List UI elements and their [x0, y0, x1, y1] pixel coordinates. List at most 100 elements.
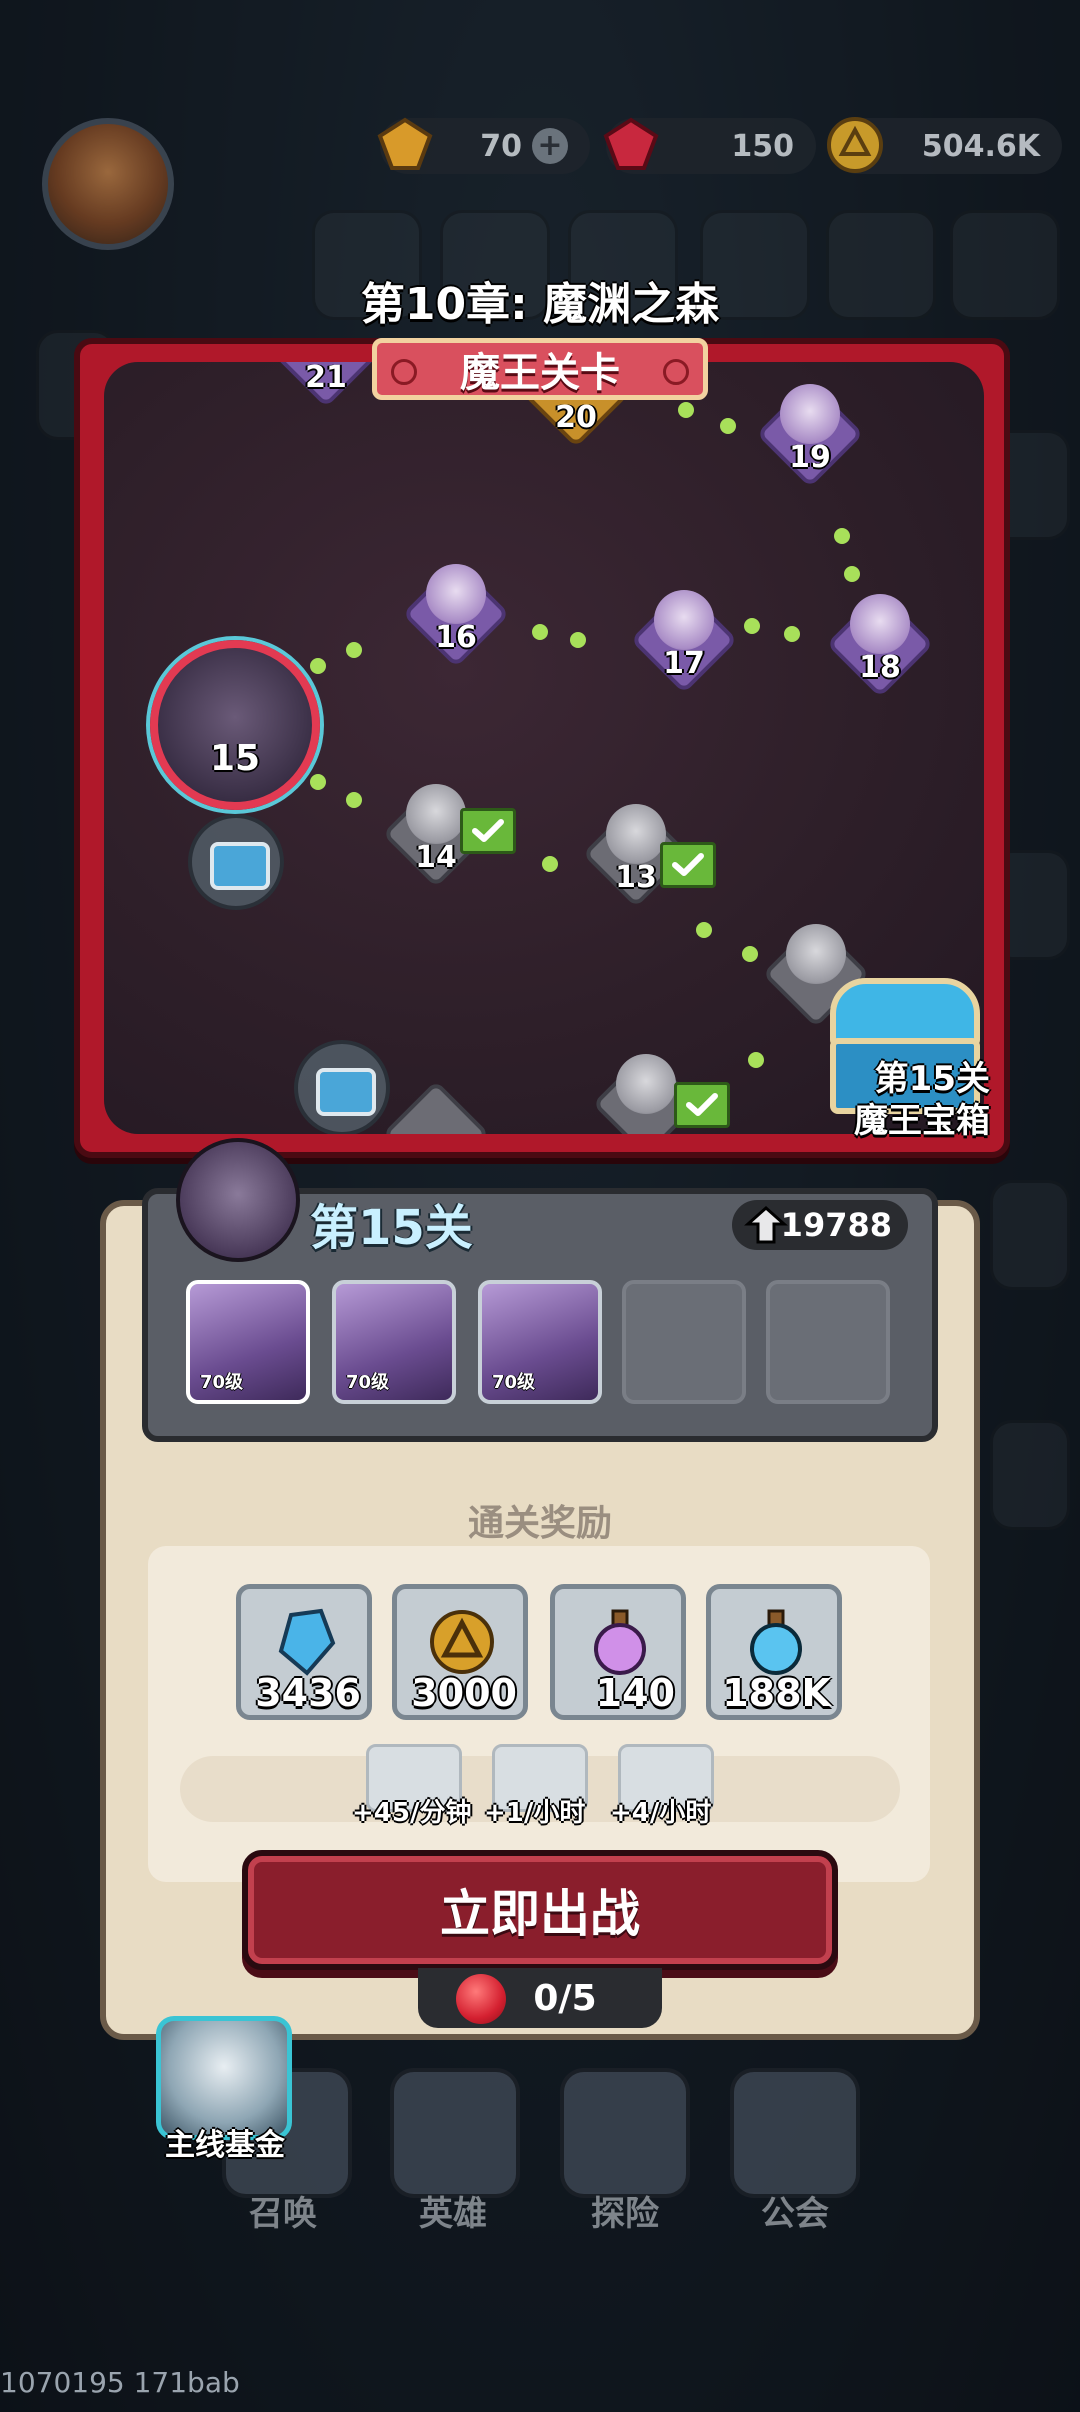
power-value: 19788 [780, 1206, 892, 1244]
cleared-flag-icon [660, 842, 716, 888]
path-dot [310, 658, 326, 674]
crystal-icon [278, 1608, 336, 1676]
boss-head-icon [426, 564, 486, 624]
boss-stage-banner: 魔王关卡 [372, 338, 708, 400]
stage-node-16[interactable]: 16 [402, 560, 510, 668]
stage-number: 17 [663, 646, 705, 681]
purple-potion-icon [594, 1609, 646, 1675]
gold-coin-icon [430, 1610, 494, 1674]
resource-value: 504.6K [921, 128, 1040, 164]
nav-summon-label: 召唤 [249, 2194, 317, 2234]
path-dot [346, 792, 362, 808]
resource-value: 150 [731, 128, 794, 164]
stage-number: 20 [555, 400, 597, 435]
power-icon [744, 1205, 788, 1244]
reward-count: 188K [722, 1671, 831, 1715]
stage-node-17[interactable]: 17 [630, 586, 738, 694]
resource-pill-amber[interactable]: 70 + [377, 117, 590, 174]
apple-icon [456, 1974, 506, 2024]
boss-head-icon [606, 804, 666, 864]
enemy-slot-empty [622, 1280, 746, 1404]
nav-explore-label: 探险 [591, 2194, 659, 2234]
boss-head-icon [780, 384, 840, 444]
nav-heroes-label: 英雄 [419, 2194, 487, 2234]
battle-button[interactable]: 立即出战 [242, 1850, 838, 1970]
enemy-level: 70级 [200, 1372, 244, 1393]
path-dot [310, 774, 326, 790]
stage-chest[interactable] [188, 814, 284, 910]
nav-guild[interactable] [730, 2068, 860, 2198]
stage-number: 15 [209, 738, 261, 779]
chest-icon [316, 1068, 376, 1116]
path-dot [542, 856, 558, 872]
stage-node-19[interactable]: 19 [756, 380, 864, 488]
chest-icon [210, 842, 270, 890]
path-dot [696, 922, 712, 938]
path-dot [678, 402, 694, 418]
reward-title: 通关奖励 [467, 1503, 612, 1544]
boss-portrait-icon [176, 1138, 300, 1262]
stage-node-18[interactable]: 18 [826, 590, 934, 698]
reward-item[interactable]: 188K [706, 1584, 842, 1720]
stage-chest-claimed[interactable] [294, 1040, 390, 1134]
boss-chest-label: 第15关 魔王宝箱 [854, 1058, 990, 1142]
resource-pill-gold[interactable]: 504.6K [827, 117, 1062, 174]
idle-rate-text: +4/小时 [610, 1798, 712, 1828]
enemy-slot[interactable]: 70级 [332, 1280, 456, 1404]
chest-label-stage: 第15关 [874, 1059, 990, 1099]
nav-explore[interactable] [560, 2068, 690, 2198]
cleared-flag-icon [460, 808, 516, 854]
gem-red-icon [603, 117, 659, 170]
enemy-level: 70级 [492, 1372, 536, 1393]
path-dot [844, 566, 860, 582]
reward-count: 140 [595, 1671, 675, 1715]
nav-heroes[interactable] [390, 2068, 520, 2198]
resource-pill-red[interactable]: 150 [603, 117, 816, 174]
path-dot [834, 528, 850, 544]
path-dot [720, 418, 736, 434]
enemy-power: 19788 [732, 1200, 908, 1250]
gold-coin-icon [827, 117, 883, 173]
idle-rate-text: +45/分钟 [352, 1798, 472, 1828]
banner-knob-icon [663, 359, 689, 385]
enemy-slot-empty [766, 1280, 890, 1404]
add-icon[interactable]: + [532, 128, 568, 164]
build-id: 1070195 171bab [0, 2366, 240, 2399]
reward-count: 3436 [255, 1671, 361, 1715]
enemy-slot[interactable]: 70级 [186, 1280, 310, 1404]
stamina-counter: 0/5 [418, 1968, 662, 2028]
banner-knob-icon [391, 359, 417, 385]
boss-head-icon [406, 784, 466, 844]
reward-item[interactable]: 3000 [392, 1584, 528, 1720]
player-avatar[interactable] [42, 118, 174, 250]
boss-head-icon [786, 924, 846, 984]
path-dot [784, 626, 800, 642]
boss-banner-label: 魔王关卡 [460, 350, 620, 396]
stamina-value: 0/5 [533, 1977, 597, 2019]
reward-item[interactable]: 140 [550, 1584, 686, 1720]
current-stage-node[interactable]: 15 [150, 640, 320, 810]
stage-number: 19 [789, 440, 831, 475]
boss-head-icon [850, 594, 910, 654]
boss-head-icon [616, 1054, 676, 1114]
path-dot [346, 642, 362, 658]
chest-label-title: 魔王宝箱 [854, 1101, 990, 1141]
stage-number: 21 [305, 362, 347, 395]
enemy-slot[interactable]: 70级 [478, 1280, 602, 1404]
idle-rate-text: +1/小时 [484, 1798, 586, 1828]
path-dot [748, 1052, 764, 1068]
blue-potion-icon [750, 1609, 802, 1675]
chapter-title: 第10章: 魔渊之森 [360, 279, 720, 330]
nav-guild-label: 公会 [761, 2194, 829, 2234]
resource-value: 70 [480, 128, 522, 164]
stage-node-21[interactable]: 21 [272, 362, 380, 408]
main-fund-label: 主线基金 [165, 2128, 285, 2163]
gem-amber-icon [377, 117, 433, 170]
cleared-flag-icon [674, 1082, 730, 1128]
reward-item[interactable]: 3436 [236, 1584, 372, 1720]
enemy-level: 70级 [346, 1372, 390, 1393]
stage-node-10[interactable] [382, 1080, 490, 1134]
path-dot [532, 624, 548, 640]
reward-count: 3000 [411, 1671, 517, 1715]
path-dot [570, 632, 586, 648]
